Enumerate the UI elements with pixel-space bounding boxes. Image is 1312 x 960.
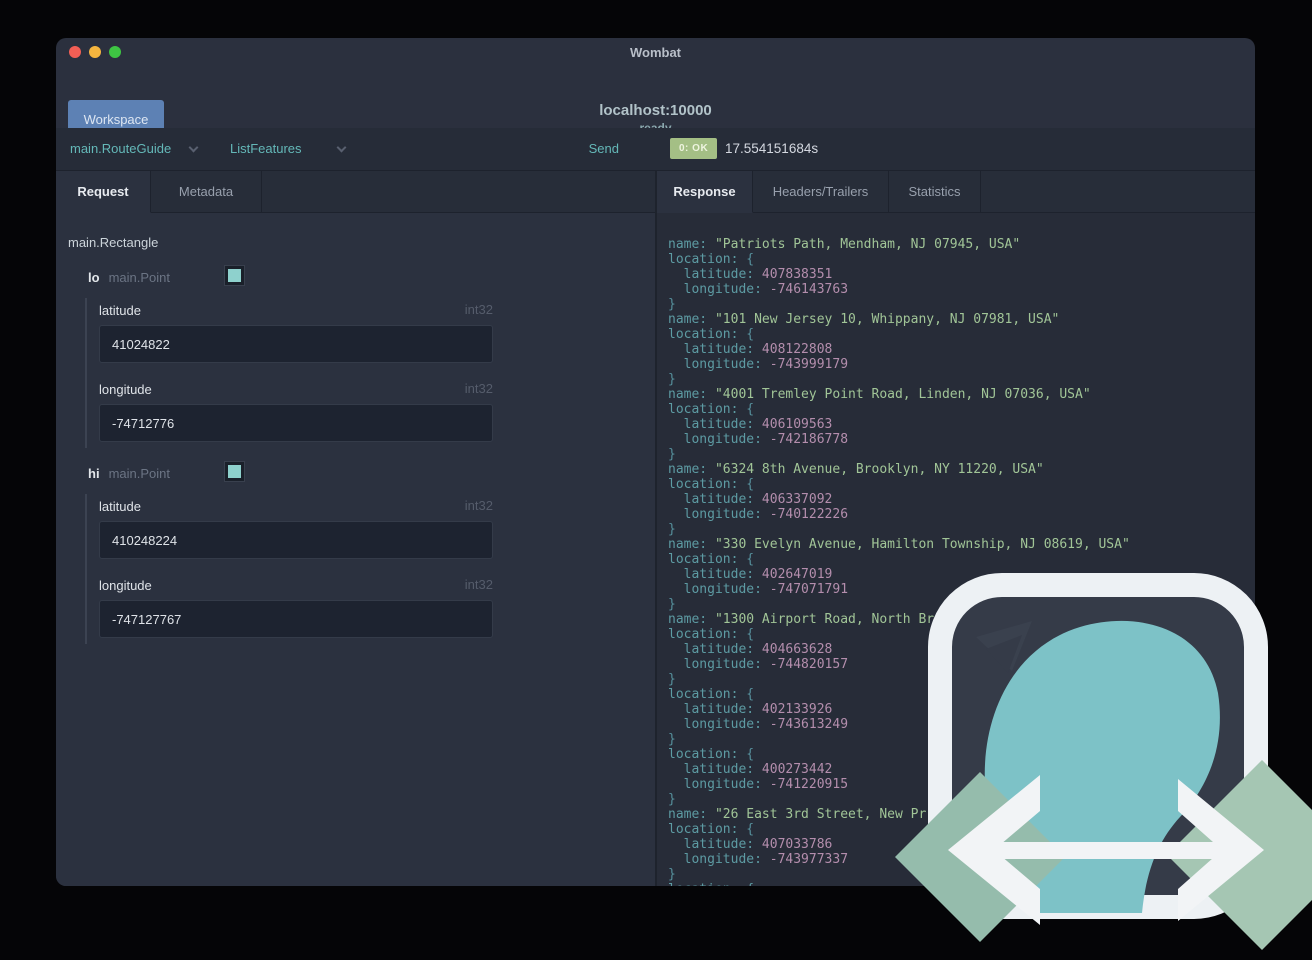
method-select[interactable]: ListFeatures — [230, 141, 302, 156]
call-duration: 17.554151684s — [725, 141, 819, 156]
response-line: location: { — [668, 477, 755, 492]
field-label: longitude — [99, 382, 152, 397]
response-line: latitude: 408122808 — [668, 342, 833, 357]
chevron-down-icon[interactable] — [188, 142, 199, 153]
tab-headers-trailers[interactable]: Headers/Trailers — [753, 171, 889, 213]
tab-response[interactable]: Response — [657, 171, 753, 213]
field-type-label: main.Point — [108, 270, 170, 285]
group-lo-header: lo main.Point — [88, 265, 245, 291]
field-name-label: hi — [88, 466, 100, 481]
longitude-input[interactable] — [99, 404, 493, 442]
response-line: name: "Patriots Path, Mendham, NJ 07945,… — [668, 237, 1021, 252]
longitude-input[interactable] — [99, 600, 493, 638]
toolbar: main.RouteGuide ListFeatures Send 0: OK … — [56, 128, 1255, 171]
response-tab-bar: Response Headers/Trailers Statistics — [657, 171, 1255, 213]
response-line: } — [668, 522, 676, 537]
response-line: longitude: -743999179 — [668, 357, 849, 372]
service-select[interactable]: main.RouteGuide — [70, 141, 171, 156]
send-button[interactable]: Send — [589, 141, 619, 156]
chevron-down-icon[interactable] — [336, 142, 347, 153]
request-panel: main.Rectangle lo main.Point latitude int… — [56, 213, 655, 886]
message-type-label: main.Rectangle — [68, 235, 159, 250]
request-toolbar: main.RouteGuide ListFeatures Send — [56, 128, 655, 170]
response-line: latitude: 407838351 — [668, 267, 833, 282]
header: Workspace localhost:10000 ready — [56, 66, 1255, 138]
tab-statistics[interactable]: Statistics — [889, 171, 981, 213]
field-type-label: main.Point — [108, 466, 170, 481]
latitude-input[interactable] — [99, 521, 493, 559]
response-line: name: "101 New Jersey 10, Whippany, NJ 0… — [668, 312, 1060, 327]
field-scalar-type: int32 — [464, 498, 493, 513]
response-toolbar: 0: OK 17.554151684s — [657, 128, 1255, 170]
response-line: } — [668, 372, 676, 387]
response-line: longitude: -742186778 — [668, 432, 849, 447]
server-address: localhost:10000 — [599, 102, 712, 119]
field-label: latitude — [99, 303, 141, 318]
response-line: } — [668, 297, 676, 312]
status-badge: 0: OK — [670, 138, 718, 159]
request-tab-bar: Request Metadata — [56, 171, 655, 213]
field-scalar-type: int32 — [464, 381, 493, 396]
field-label: latitude — [99, 499, 141, 514]
tab-metadata[interactable]: Metadata — [151, 171, 262, 213]
titlebar: Wombat — [56, 38, 1255, 66]
group-hi-header: hi main.Point — [88, 461, 245, 487]
response-line: latitude: 406109563 — [668, 417, 833, 432]
response-line: } — [668, 447, 676, 462]
field-name-label: lo — [88, 270, 100, 285]
response-line: name: "330 Evelyn Avenue, Hamilton Towns… — [668, 537, 1130, 552]
checkbox-checked-icon[interactable] — [224, 265, 245, 286]
latitude-input[interactable] — [99, 325, 493, 363]
window-title: Wombat — [629, 45, 682, 60]
screenshot-root: { "window": { "title": "Wombat" }, "traf… — [0, 0, 1312, 960]
wombat-logo — [895, 573, 1312, 950]
response-line: name: "4001 Tremley Point Road, Linden, … — [668, 387, 1091, 402]
response-line: longitude: -740122226 — [668, 507, 849, 522]
group-lo-body: latitude int32 longitude int32 — [85, 298, 495, 448]
group-hi-body: latitude int32 longitude int32 — [85, 494, 495, 644]
response-line: longitude: -746143763 — [668, 282, 849, 297]
checkbox-checked-icon[interactable] — [224, 461, 245, 482]
arrow-shaft — [985, 842, 1225, 859]
field-scalar-type: int32 — [464, 302, 493, 317]
field-label: longitude — [99, 578, 152, 593]
response-line: location: { — [668, 252, 755, 267]
response-line: name: "6324 8th Avenue, Brooklyn, NY 112… — [668, 462, 1044, 477]
response-line: location: { — [668, 327, 755, 342]
tab-request[interactable]: Request — [56, 171, 151, 213]
response-line: latitude: 406337092 — [668, 492, 833, 507]
response-line: location: { — [668, 402, 755, 417]
field-scalar-type: int32 — [464, 577, 493, 592]
